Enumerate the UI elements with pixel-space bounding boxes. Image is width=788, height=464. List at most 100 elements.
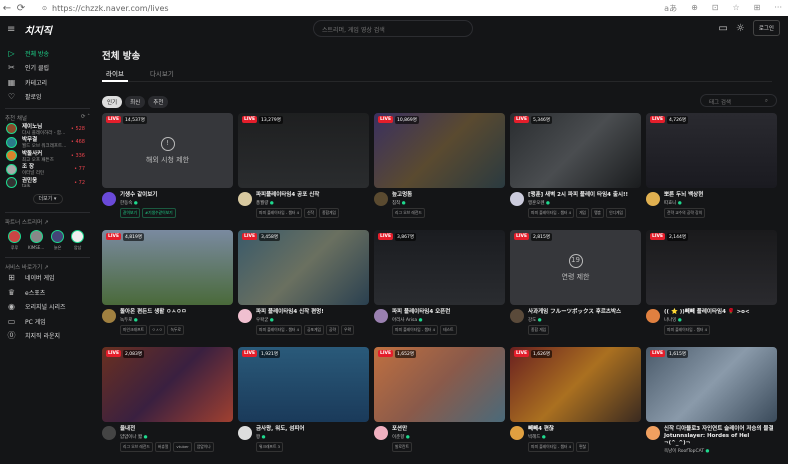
avatar[interactable] [374, 309, 388, 323]
tag[interactable]: 종합 게임 [528, 325, 550, 335]
avatar[interactable] [646, 309, 660, 323]
stream-title[interactable]: 파피 플레이타임4 신작 편멍! [256, 309, 354, 316]
browser-icon[interactable]: ☆ [732, 3, 739, 14]
tag[interactable]: 종합게임 [319, 208, 340, 218]
stream-title[interactable]: 금사왕, 워도, 섬피어 [256, 426, 305, 433]
tag[interactable]: 파피 플레이타임 - 챕터 4 [256, 208, 303, 218]
tag[interactable]: 워크래프트 3 [256, 442, 284, 452]
channel-item[interactable]: 제이노님 다시 플레이하라 - 함... • 528 [0, 122, 95, 136]
sidebar-item[interactable]: ▷ 전체 방송 [0, 46, 95, 61]
back-icon[interactable]: ← [0, 3, 14, 14]
stream-title[interactable]: [맹훈] 새벽 2시 파피 플레이 타임4 출시!! [528, 192, 628, 199]
stream-card[interactable]: LIVE1,921명금사왕, 워도, 섬피어짱워크래프트 3 [238, 347, 369, 464]
stream-card[interactable]: LIVE4,726명뽀른 두뇌 백상현따효니전략 교수의 공략 강의 [646, 113, 777, 230]
stream-card[interactable]: LIVE14,537명!해외 시청 제한기생수 같이보기한동숙같이보기#기생수같… [102, 113, 233, 230]
stream-title[interactable]: (( ⭐ ))빼빼 플레이타임4 🌹 >o< [664, 309, 750, 316]
stream-card[interactable]: LIVE2,083명율내전얍얍이나 짧리그 오브 레전드버츄얼vtuber얍얍이… [102, 347, 233, 464]
streamer-name[interactable]: 이춘향 [392, 434, 412, 440]
stream-card[interactable]: LIVE 1,615명신작 디아블로3 자인연트 슬레이어 저승의 물결 Jotu… [646, 347, 777, 464]
tag[interactable]: 녹두로 [167, 325, 184, 335]
streamer-name[interactable]: 침착 [392, 200, 425, 206]
tag[interactable]: ㅇㅅㅇ [148, 325, 166, 335]
browser-icon[interactable]: ··· [774, 3, 782, 14]
tag[interactable]: 공략 [326, 325, 340, 335]
avatar[interactable] [238, 426, 252, 440]
streamer-name[interactable]: 풍월량 [256, 200, 339, 206]
partner-item[interactable]: KIMSE... [28, 229, 44, 251]
thumbnail[interactable]: LIVE 1,615명 [646, 347, 777, 422]
thumbnail[interactable]: LIVE 2,815명 19 연령 제한 [510, 230, 641, 305]
thumbnail[interactable]: LIVE 10,869명 [374, 113, 505, 188]
stream-title[interactable]: 기생수 같이보기 [120, 192, 176, 199]
service-item[interactable]: ⓪ 치지직 라운지 [0, 329, 95, 344]
browser-icon[interactable]: aあ [664, 3, 677, 14]
tag[interactable]: 테스트 [440, 325, 457, 335]
avatar[interactable] [374, 192, 388, 206]
stream-title[interactable]: 늪고멍돔 [392, 192, 425, 199]
tag[interactable]: 편찮 [576, 442, 590, 452]
browser-icon[interactable]: ⊕ [691, 3, 698, 14]
streamer-name[interactable]: 강도 [528, 317, 621, 323]
streamer-name[interactable]: 옥냥이 RoofTopCAT [664, 448, 777, 454]
tag-search-input[interactable]: 태그 검색 ⌕ [700, 94, 777, 107]
thumbnail[interactable]: LIVE 14,537명! 해외 시청 제한 [102, 113, 233, 188]
thumbnail[interactable]: LIVE 3,458명 [238, 230, 369, 305]
streamer-name[interactable]: 한동숙 [120, 200, 176, 206]
thumbnail[interactable]: LIVE 4,726명 [646, 113, 777, 188]
thumbnail[interactable]: LIVE 3,867명 [374, 230, 505, 305]
stream-card[interactable]: LIVE3,867명파피 플레이타임4 오픈런아리사 Arisa파피 플레이타임… [374, 230, 505, 347]
tag[interactable]: 마인크래프트 [120, 325, 147, 335]
tag[interactable]: 얍얍이나 [193, 442, 214, 452]
menu-icon[interactable]: ≡ [7, 24, 15, 35]
streamer-name[interactable]: 짱 [256, 434, 305, 440]
login-button[interactable]: 로그인 [752, 20, 780, 36]
stream-title[interactable]: 뽀른 두뇌 백상현 [664, 192, 705, 199]
service-item[interactable]: ◉ 오리지널 시리즈 [0, 300, 95, 315]
stream-title[interactable]: 빼빼4 편찮 [528, 426, 589, 433]
channel-item[interactable]: 조 장 이터널 리턴 • 77 [0, 163, 95, 176]
stream-title[interactable]: 돌아온 편든드 생활 ㅇㅅㅇㅁ [120, 309, 186, 316]
stream-title[interactable]: 신작 디아블로3 자인연트 슬레이어 저승의 물결 Jotunnslayer: … [664, 426, 777, 447]
search-input[interactable]: 스트리머, 게임 영상 검색 [313, 20, 473, 37]
browser-icon[interactable]: ⊞ [754, 3, 761, 14]
avatar[interactable] [102, 309, 116, 323]
streamer-name[interactable]: 맹훈오렌 [528, 200, 628, 206]
avatar[interactable] [374, 426, 388, 440]
avatar[interactable] [510, 309, 524, 323]
tag[interactable]: #기생수같이보기 [141, 208, 176, 218]
stream-card[interactable]: LIVE4,819명돌아온 편든드 생활 ㅇㅅㅇㅁ녹두로마인크래프트ㅇㅅㅇ녹두로 [102, 230, 233, 347]
tag[interactable]: 파피 플레이타임 - 챕터 4 [528, 208, 575, 218]
avatar[interactable] [102, 426, 116, 440]
tab-replay[interactable]: 다시보기 [146, 68, 178, 82]
streamer-name[interactable]: 얍얍이나 짧 [120, 434, 214, 440]
streamer-name[interactable]: 우왁굳 [256, 317, 354, 323]
stream-card[interactable]: LIVE2,815명19연령 제한사과게임 フルーツボックス 후르츠박스강도종합… [510, 230, 641, 347]
tag[interactable]: vtuber [173, 442, 192, 452]
thumbnail[interactable]: LIVE 13,279명 [238, 113, 369, 188]
avatar[interactable] [510, 192, 524, 206]
thumbnail[interactable]: LIVE 1,652명 [374, 347, 505, 422]
channel-item[interactable]: 권민웅 talk • 72 [0, 176, 95, 190]
thumbnail[interactable]: LIVE 4,819명 [102, 230, 233, 305]
channel-item[interactable]: 박무결 월드 오브 워크래프트... • 468 [0, 136, 95, 149]
stream-card[interactable]: LIVE1,626명빼빼4 편찮빅헤드파피 플레이타임 - 챕터 4편찮 [510, 347, 641, 464]
tag[interactable]: 같이보기 [120, 208, 140, 218]
channel-item[interactable]: 박돌사커 최고 오프 패튼즈 • 336 [0, 149, 95, 163]
refresh-collapse-icon[interactable]: ⟳ ˄ [81, 114, 90, 122]
chip-recommended[interactable]: 추천 [148, 96, 169, 108]
streamer-name[interactable]: 나나잉 [664, 317, 750, 323]
tab-live[interactable]: 라이브 [102, 68, 128, 82]
tag[interactable]: 맹훈 [591, 208, 605, 218]
partner-item[interactable]: 늙은 [51, 229, 65, 251]
partner-item[interactable]: 루루 [8, 229, 21, 251]
service-item[interactable]: ♛ e스포츠 [0, 285, 95, 300]
sidebar-item[interactable]: ✂ 인기 클립 [0, 61, 95, 76]
stream-card[interactable]: LIVE1,652명포션만이춘향발로란트 [374, 347, 505, 464]
service-item[interactable]: ⊞ 네이버 게임 [0, 271, 95, 286]
avatar[interactable] [238, 309, 252, 323]
streamer-name[interactable]: 아리사 Arisa [392, 317, 457, 323]
thumbnail[interactable]: LIVE 1,921명 [238, 347, 369, 422]
address-bar[interactable]: ⊙ https://chzzk.naver.com/lives [36, 1, 636, 15]
thumbnail[interactable]: LIVE 1,626명 [510, 347, 641, 422]
tag[interactable]: 전략 교수의 공략 강의 [664, 208, 706, 218]
